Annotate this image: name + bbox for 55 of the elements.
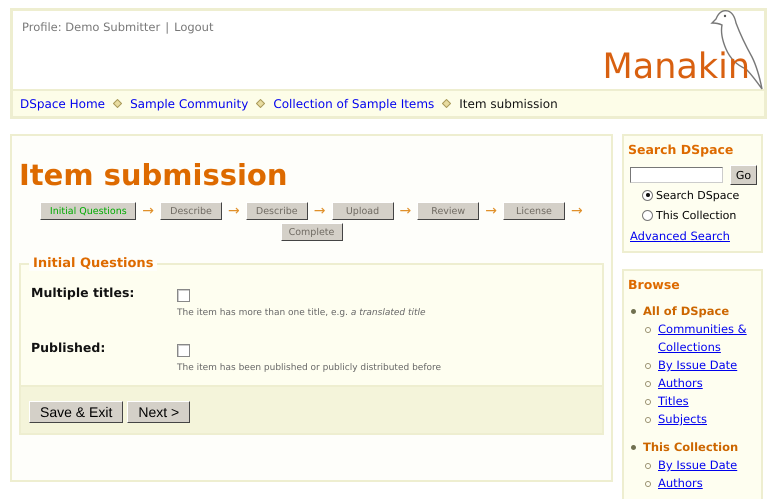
breadcrumb-link[interactable]: Sample Community [130,96,248,110]
browse-link[interactable]: Authors [658,474,748,492]
arrow-text: → [314,202,326,220]
breadcrumb-current: Item submission [459,96,558,110]
group-title: All of DSpace [643,304,730,318]
diamond-icon [256,99,266,108]
browse-link[interactable]: Authors [658,374,748,392]
help-text: The item has more than one title, e.g. a translated title [177,308,426,318]
bullet-icon [645,381,651,387]
checkbox[interactable] [177,289,190,302]
group-title: This Collection [643,440,738,454]
logout-link[interactable]: Logout [174,20,214,34]
browse-link[interactable]: By Issue Date [658,356,748,374]
bullet-icon [645,463,651,469]
page-title: Item submission [19,158,288,192]
separator-text: | [165,20,170,34]
panel-title: Search DSpace [628,142,734,157]
bullet-icon [645,417,651,423]
radio-label: This Collection [656,208,736,222]
section-title: Initial Questions [29,256,158,271]
form-button[interactable]: Save & Exit [29,401,124,423]
browse-link[interactable]: By Issue Date [658,456,748,474]
diamond-icon [442,99,452,108]
bullet-icon [645,399,651,405]
browse-link[interactable]: Subjects [658,410,748,428]
search-field[interactable] [630,167,723,183]
advanced-search-link[interactable]: Advanced Search [630,229,757,243]
arrow-text: → [400,202,412,220]
go-button[interactable]: Go [730,165,757,185]
arrow-text: → [570,202,583,220]
bullet-icon [645,481,651,487]
bullet-icon [645,363,651,369]
form-button[interactable]: Next > [127,401,190,423]
question-label: Published: [31,340,106,357]
radio-button[interactable] [642,210,653,220]
arrow-text: → [228,202,240,220]
breadcrumb-link[interactable]: DSpace Home [20,96,106,110]
radio-label: Search DSpace [656,188,740,202]
browse-link[interactable]: Titles [658,392,748,410]
help-text: The item has been published or publicly distributed before [177,363,442,373]
arrow-text: → [485,202,497,220]
question-label: Multiple titles: [31,285,136,302]
bullet-icon [631,308,636,314]
breadcrumb-link[interactable]: Collection of Sample Items [273,96,434,110]
step-button[interactable]: Complete [280,223,342,241]
logo-text: Manakin [602,50,750,85]
browse-link[interactable]: Communities & Collections [658,320,748,356]
checkbox[interactable] [177,344,190,357]
diamond-icon [113,99,122,108]
arrow-text: → [142,202,154,220]
panel-title: Browse [628,277,681,292]
bullet-icon [645,327,651,333]
profile-text: Profile: Demo Submitter [22,20,160,34]
bullet-icon [631,444,636,450]
radio-button[interactable] [642,190,653,200]
